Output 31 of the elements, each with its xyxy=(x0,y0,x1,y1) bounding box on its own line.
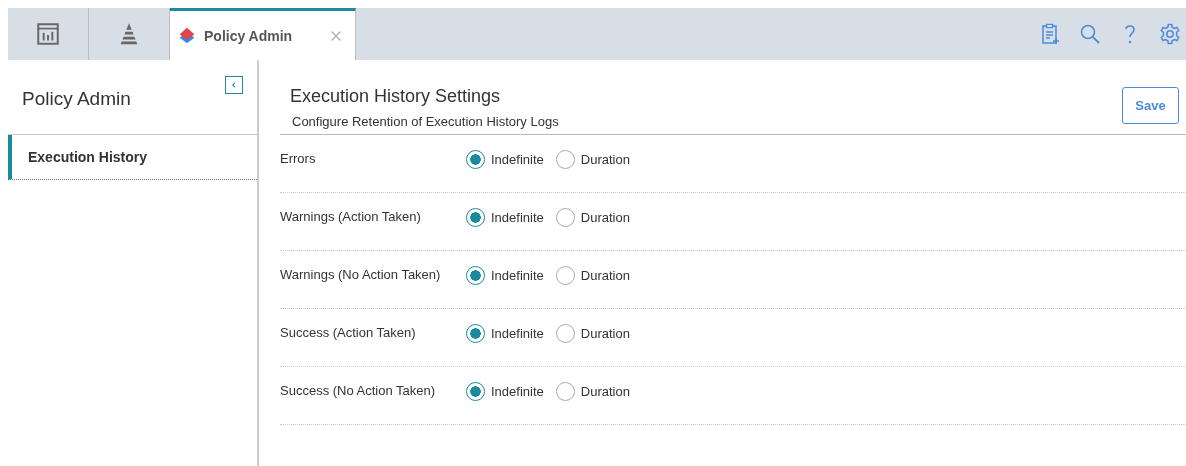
radio-label: Duration xyxy=(580,210,630,225)
radio-button[interactable] xyxy=(466,150,485,169)
radio-button[interactable] xyxy=(466,324,485,343)
radio-button[interactable] xyxy=(466,208,485,227)
radio-label: Duration xyxy=(580,152,630,167)
radio-label: Indefinite xyxy=(491,326,544,341)
setting-label: Errors xyxy=(280,151,317,166)
setting-label: Success (Action Taken) xyxy=(280,325,417,340)
radio-label: Indefinite xyxy=(491,152,544,167)
sidebar-title: Policy Admin xyxy=(22,88,131,110)
radio-button[interactable] xyxy=(466,382,485,401)
radio-label: Duration xyxy=(580,384,630,399)
page-subtitle: Configure Retention of Execution History Logs xyxy=(292,114,559,129)
radio-button[interactable] xyxy=(466,266,485,285)
radio-label: Duration xyxy=(580,326,630,341)
collapse-button[interactable] xyxy=(225,76,243,94)
radio-label: Indefinite xyxy=(491,210,544,225)
page-title: Execution History Settings xyxy=(290,86,502,107)
radio-label: Indefinite xyxy=(491,384,544,399)
setting-label: Warnings (Action Taken) xyxy=(280,209,422,224)
setting-label: Success (No Action Taken) xyxy=(280,383,437,398)
tab-label: Policy Admin xyxy=(204,27,294,44)
search-icon[interactable] xyxy=(1078,22,1102,46)
radio-label: Duration xyxy=(580,268,630,283)
settings-icon[interactable] xyxy=(1158,22,1182,46)
radio-label: Indefinite xyxy=(491,268,544,283)
dashboard-icon xyxy=(35,21,61,47)
setting-label: Warnings (No Action Taken) xyxy=(280,267,442,282)
save-button[interactable]: Save xyxy=(1122,87,1179,124)
tab[interactable]: Policy Admin xyxy=(170,8,356,60)
sidebar-item[interactable]: Execution History xyxy=(8,135,257,180)
